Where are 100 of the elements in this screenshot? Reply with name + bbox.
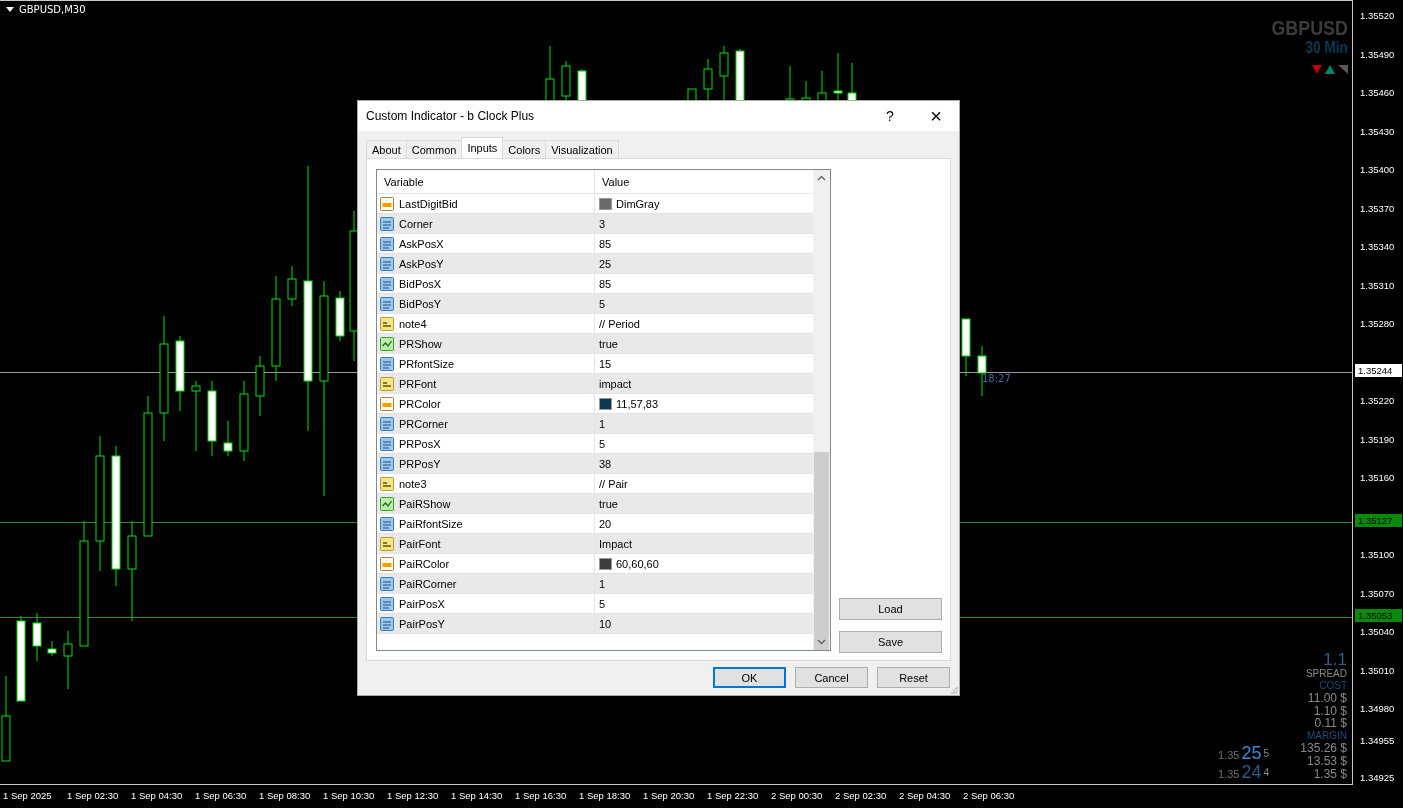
variable-name: note4 bbox=[399, 317, 427, 330]
number-type-icon bbox=[379, 415, 395, 432]
text-type-icon bbox=[379, 315, 395, 332]
dialog-button[interactable]: OK bbox=[713, 667, 786, 688]
variable-value[interactable]: 5 bbox=[599, 597, 606, 610]
candle bbox=[335, 290, 345, 342]
side-button[interactable]: Load bbox=[839, 598, 942, 620]
tab[interactable]: Visualization bbox=[545, 140, 619, 158]
variable-name: PRCorner bbox=[399, 417, 448, 430]
number-type-icon bbox=[379, 295, 395, 312]
column-header[interactable]: Variable bbox=[377, 170, 595, 193]
variable-name: PaiRfontSize bbox=[399, 517, 463, 530]
time-tick-label: 1 Sep 04:30 bbox=[131, 790, 183, 801]
variable-value[interactable]: impact bbox=[599, 377, 632, 390]
price-tick-label: 1.34925 bbox=[1360, 771, 1395, 785]
variable-name: PairPosX bbox=[399, 597, 445, 610]
variable-value[interactable]: DimGray bbox=[616, 197, 660, 210]
price-tick-label: 1.35370 bbox=[1360, 202, 1395, 216]
variable-value[interactable]: true bbox=[599, 337, 618, 350]
candle bbox=[817, 70, 827, 102]
price-tick-label: 1.35310 bbox=[1360, 279, 1395, 293]
window-title: Custom Indicator - b Clock Plus bbox=[366, 109, 536, 123]
spread-value: 1.1 bbox=[1323, 651, 1347, 668]
time-tick-label: 1 Sep 2025 bbox=[3, 790, 52, 801]
time-tick-label: 2 Sep 00:30 bbox=[771, 790, 823, 801]
variable-value[interactable]: true bbox=[599, 497, 618, 510]
variable-value[interactable]: 1 bbox=[599, 577, 606, 590]
number-type-icon bbox=[379, 515, 395, 532]
price-marker: 1.35127 bbox=[1355, 514, 1402, 527]
cost-value: 0.11 $ bbox=[1314, 717, 1347, 731]
variable-value[interactable]: 25 bbox=[599, 257, 612, 270]
variable-value[interactable]: 11,57,83 bbox=[616, 397, 658, 410]
time-tick-label: 1 Sep 08:30 bbox=[259, 790, 311, 801]
time-tick-label: 1 Sep 18:30 bbox=[579, 790, 631, 801]
variable-name: PairFont bbox=[399, 537, 441, 550]
tab[interactable]: About bbox=[366, 140, 407, 158]
variable-value[interactable]: 60,60,60 bbox=[616, 557, 659, 570]
time-tick-label: 2 Sep 06:30 bbox=[963, 790, 1015, 801]
variable-value[interactable]: 5 bbox=[599, 437, 606, 450]
resize-grip-icon[interactable] bbox=[950, 686, 958, 694]
variable-value[interactable]: 38 bbox=[599, 457, 612, 470]
column-header[interactable]: Value bbox=[595, 170, 813, 193]
candle bbox=[47, 640, 57, 657]
variable-name: PairPosY bbox=[399, 617, 445, 630]
price-tick-label: 1.35460 bbox=[1360, 86, 1395, 100]
cost-value: 11.00 $ bbox=[1307, 692, 1347, 705]
variable-value[interactable]: 85 bbox=[599, 237, 612, 250]
margin-value: 1.35 $ bbox=[1313, 767, 1347, 781]
number-type-icon bbox=[379, 435, 395, 452]
dropdown-triangle-icon[interactable] bbox=[6, 6, 14, 13]
variable-value[interactable]: 15 bbox=[599, 357, 612, 370]
variable-name: PRFont bbox=[399, 377, 437, 390]
price-tick-label: 1.35520 bbox=[1360, 9, 1395, 23]
symbol-label: GBPUSD,M30 bbox=[19, 4, 86, 15]
variable-name: PaiRCorner bbox=[399, 577, 457, 590]
tab[interactable]: Inputs bbox=[461, 137, 504, 158]
candle bbox=[223, 420, 233, 457]
cost-label: COST bbox=[1319, 680, 1347, 692]
time-tick-label: 1 Sep 20:30 bbox=[643, 790, 695, 801]
pair-title: GBPUSD bbox=[1271, 17, 1348, 39]
text-type-icon bbox=[379, 535, 395, 552]
candle bbox=[703, 58, 713, 102]
candle bbox=[719, 45, 729, 102]
variable-value[interactable]: // Period bbox=[599, 317, 640, 330]
candle-timer: 18:27 bbox=[982, 373, 1011, 384]
boolean-type-icon bbox=[379, 335, 395, 352]
variable-name: PaiRColor bbox=[399, 557, 450, 570]
price-tick-label: 1.35160 bbox=[1360, 471, 1395, 485]
text-type-icon bbox=[379, 375, 395, 392]
number-type-icon bbox=[379, 235, 395, 252]
price-tick-label: 1.34955 bbox=[1360, 734, 1395, 748]
price-tick-label: 1.35340 bbox=[1360, 240, 1395, 254]
variable-value[interactable]: 1 bbox=[599, 417, 606, 430]
variable-value[interactable]: 5 bbox=[599, 297, 606, 310]
variable-value[interactable]: 3 bbox=[599, 217, 606, 230]
price-marker: 1.35244 bbox=[1355, 364, 1402, 377]
variable-name: PaiRShow bbox=[399, 497, 451, 510]
variable-value[interactable]: // Pair bbox=[599, 477, 628, 490]
number-type-icon bbox=[379, 615, 395, 632]
number-type-icon bbox=[379, 575, 395, 592]
time-tick-label: 1 Sep 12:30 bbox=[387, 790, 439, 801]
margin-value: 135.26 $ bbox=[1300, 742, 1347, 755]
dialog-button[interactable]: Cancel bbox=[795, 667, 868, 688]
variable-value[interactable]: 10 bbox=[599, 617, 612, 630]
number-type-icon bbox=[379, 255, 395, 272]
margin-label: MARGIN bbox=[1307, 730, 1347, 743]
variable-value[interactable]: 85 bbox=[599, 277, 612, 290]
side-button[interactable]: Save bbox=[839, 631, 942, 653]
variable-value[interactable]: 20 bbox=[599, 517, 612, 530]
number-type-icon bbox=[379, 595, 395, 612]
scrollbar[interactable] bbox=[813, 170, 830, 650]
variable-value[interactable]: Impact bbox=[599, 537, 632, 550]
dialog-button[interactable]: Reset bbox=[877, 667, 950, 688]
color-type-icon bbox=[379, 395, 395, 412]
candle bbox=[32, 612, 42, 662]
ask-price: 1.35 25 5 bbox=[1218, 745, 1269, 764]
price-tick-label: 1.35070 bbox=[1360, 587, 1395, 601]
candle bbox=[961, 318, 971, 377]
cost-value: 1.10 $ bbox=[1313, 704, 1347, 718]
time-tick-label: 1 Sep 16:30 bbox=[515, 790, 567, 801]
